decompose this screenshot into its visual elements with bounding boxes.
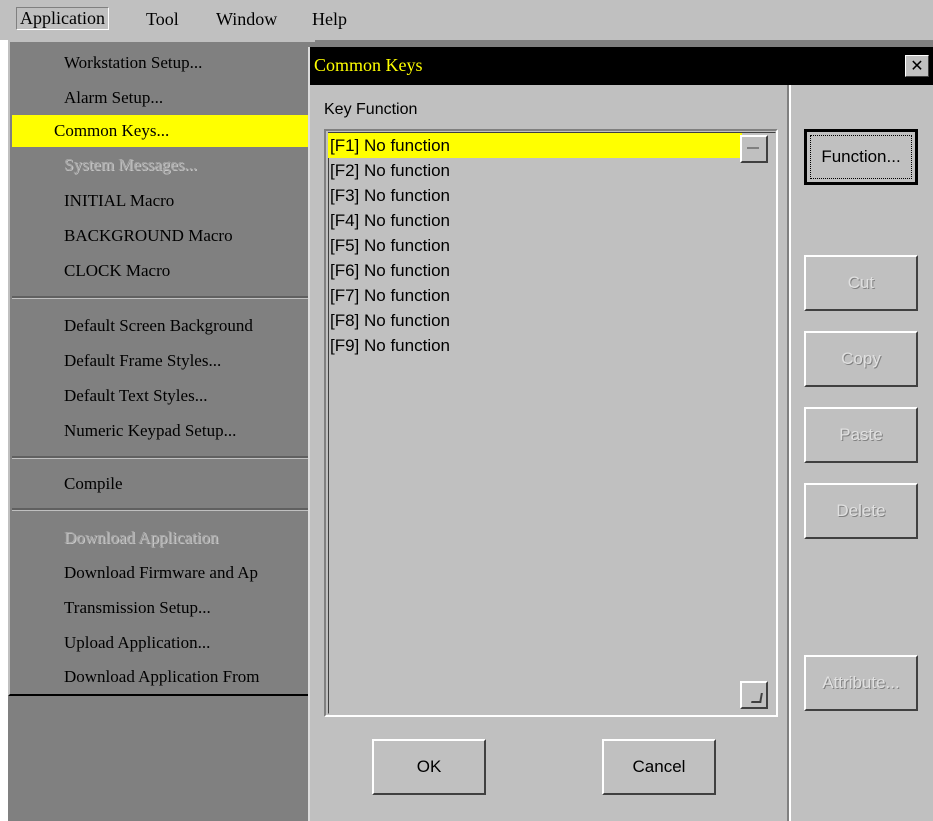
list-item-f4[interactable]: [F4] No function <box>330 208 730 233</box>
menu-help[interactable]: Help <box>312 9 347 30</box>
menu-item-alarm-setup[interactable]: Alarm Setup... <box>20 82 340 114</box>
menu-item-default-screen-background[interactable]: Default Screen Background <box>20 310 340 342</box>
menu-item-background-macro[interactable]: BACKGROUND Macro <box>20 220 340 252</box>
copy-button: Copy <box>804 331 918 387</box>
list-item-f8[interactable]: [F8] No function <box>330 308 730 333</box>
menu-item-clock-macro[interactable]: CLOCK Macro <box>20 255 340 287</box>
menu-separator <box>12 508 312 511</box>
cut-button: Cut <box>804 255 918 311</box>
resize-icon <box>751 693 763 703</box>
list-item-f2[interactable]: [F2] No function <box>330 158 730 183</box>
menu-separator <box>12 296 312 299</box>
list-item-f6[interactable]: [F6] No function <box>330 258 730 283</box>
resize-grip[interactable] <box>740 681 768 709</box>
dialog-title: Common Keys <box>314 55 423 75</box>
menu-window[interactable]: Window <box>216 9 277 30</box>
dialog-titlebar[interactable]: Common Keys ✕ <box>310 47 933 85</box>
menu-item-common-keys[interactable]: Common Keys... <box>12 115 354 147</box>
menu-separator <box>12 456 312 459</box>
menu-item-initial-macro[interactable]: INITIAL Macro <box>20 185 340 217</box>
ok-button[interactable]: OK <box>372 739 486 795</box>
close-icon[interactable]: ✕ <box>905 55 929 77</box>
common-keys-dialog: Common Keys ✕ Key Function [F1] No funct… <box>308 47 933 821</box>
menu-item-transmission-setup[interactable]: Transmission Setup... <box>20 592 340 624</box>
dialog-divider <box>787 85 791 821</box>
menu-item-compile[interactable]: Compile <box>20 468 340 500</box>
menu-bar: Application Tool Window Help <box>0 0 933 40</box>
menu-item-download-application: Download Application <box>64 528 219 547</box>
key-function-list[interactable]: [F1] No function [F2] No function [F3] N… <box>324 129 778 717</box>
menu-item-workstation-setup[interactable]: Workstation Setup... <box>20 47 340 79</box>
list-item-f7[interactable]: [F7] No function <box>330 283 730 308</box>
minus-icon <box>747 147 759 149</box>
menu-item-download-firmware[interactable]: Download Firmware and Ap <box>20 557 340 589</box>
row-edit-button[interactable] <box>740 135 768 163</box>
menu-item-default-frame-styles[interactable]: Default Frame Styles... <box>20 345 340 377</box>
cancel-button[interactable]: Cancel <box>602 739 716 795</box>
list-item-f5[interactable]: [F5] No function <box>330 233 730 258</box>
menu-tool[interactable]: Tool <box>146 9 179 30</box>
list-item-f3[interactable]: [F3] No function <box>330 183 730 208</box>
menu-item-upload-application[interactable]: Upload Application... <box>20 627 340 659</box>
list-item-f9[interactable]: [F9] No function <box>330 333 730 358</box>
menu-item-system-messages: System Messages... <box>64 155 198 174</box>
focus-ring <box>810 135 912 179</box>
application-menu-dropdown: Workstation Setup... Alarm Setup... Comm… <box>8 40 354 696</box>
menu-application[interactable]: Application <box>16 7 109 30</box>
menu-item-download-application-from[interactable]: Download Application From <box>20 661 340 693</box>
menu-item-numeric-keypad-setup[interactable]: Numeric Keypad Setup... <box>20 415 340 447</box>
delete-button: Delete <box>804 483 918 539</box>
list-item-f1[interactable]: [F1] No function <box>328 133 742 158</box>
attribute-button: Attribute... <box>804 655 918 711</box>
menu-item-default-text-styles[interactable]: Default Text Styles... <box>20 380 340 412</box>
key-function-label: Key Function <box>324 101 418 118</box>
function-button[interactable]: Function... <box>804 129 918 185</box>
paste-button: Paste <box>804 407 918 463</box>
